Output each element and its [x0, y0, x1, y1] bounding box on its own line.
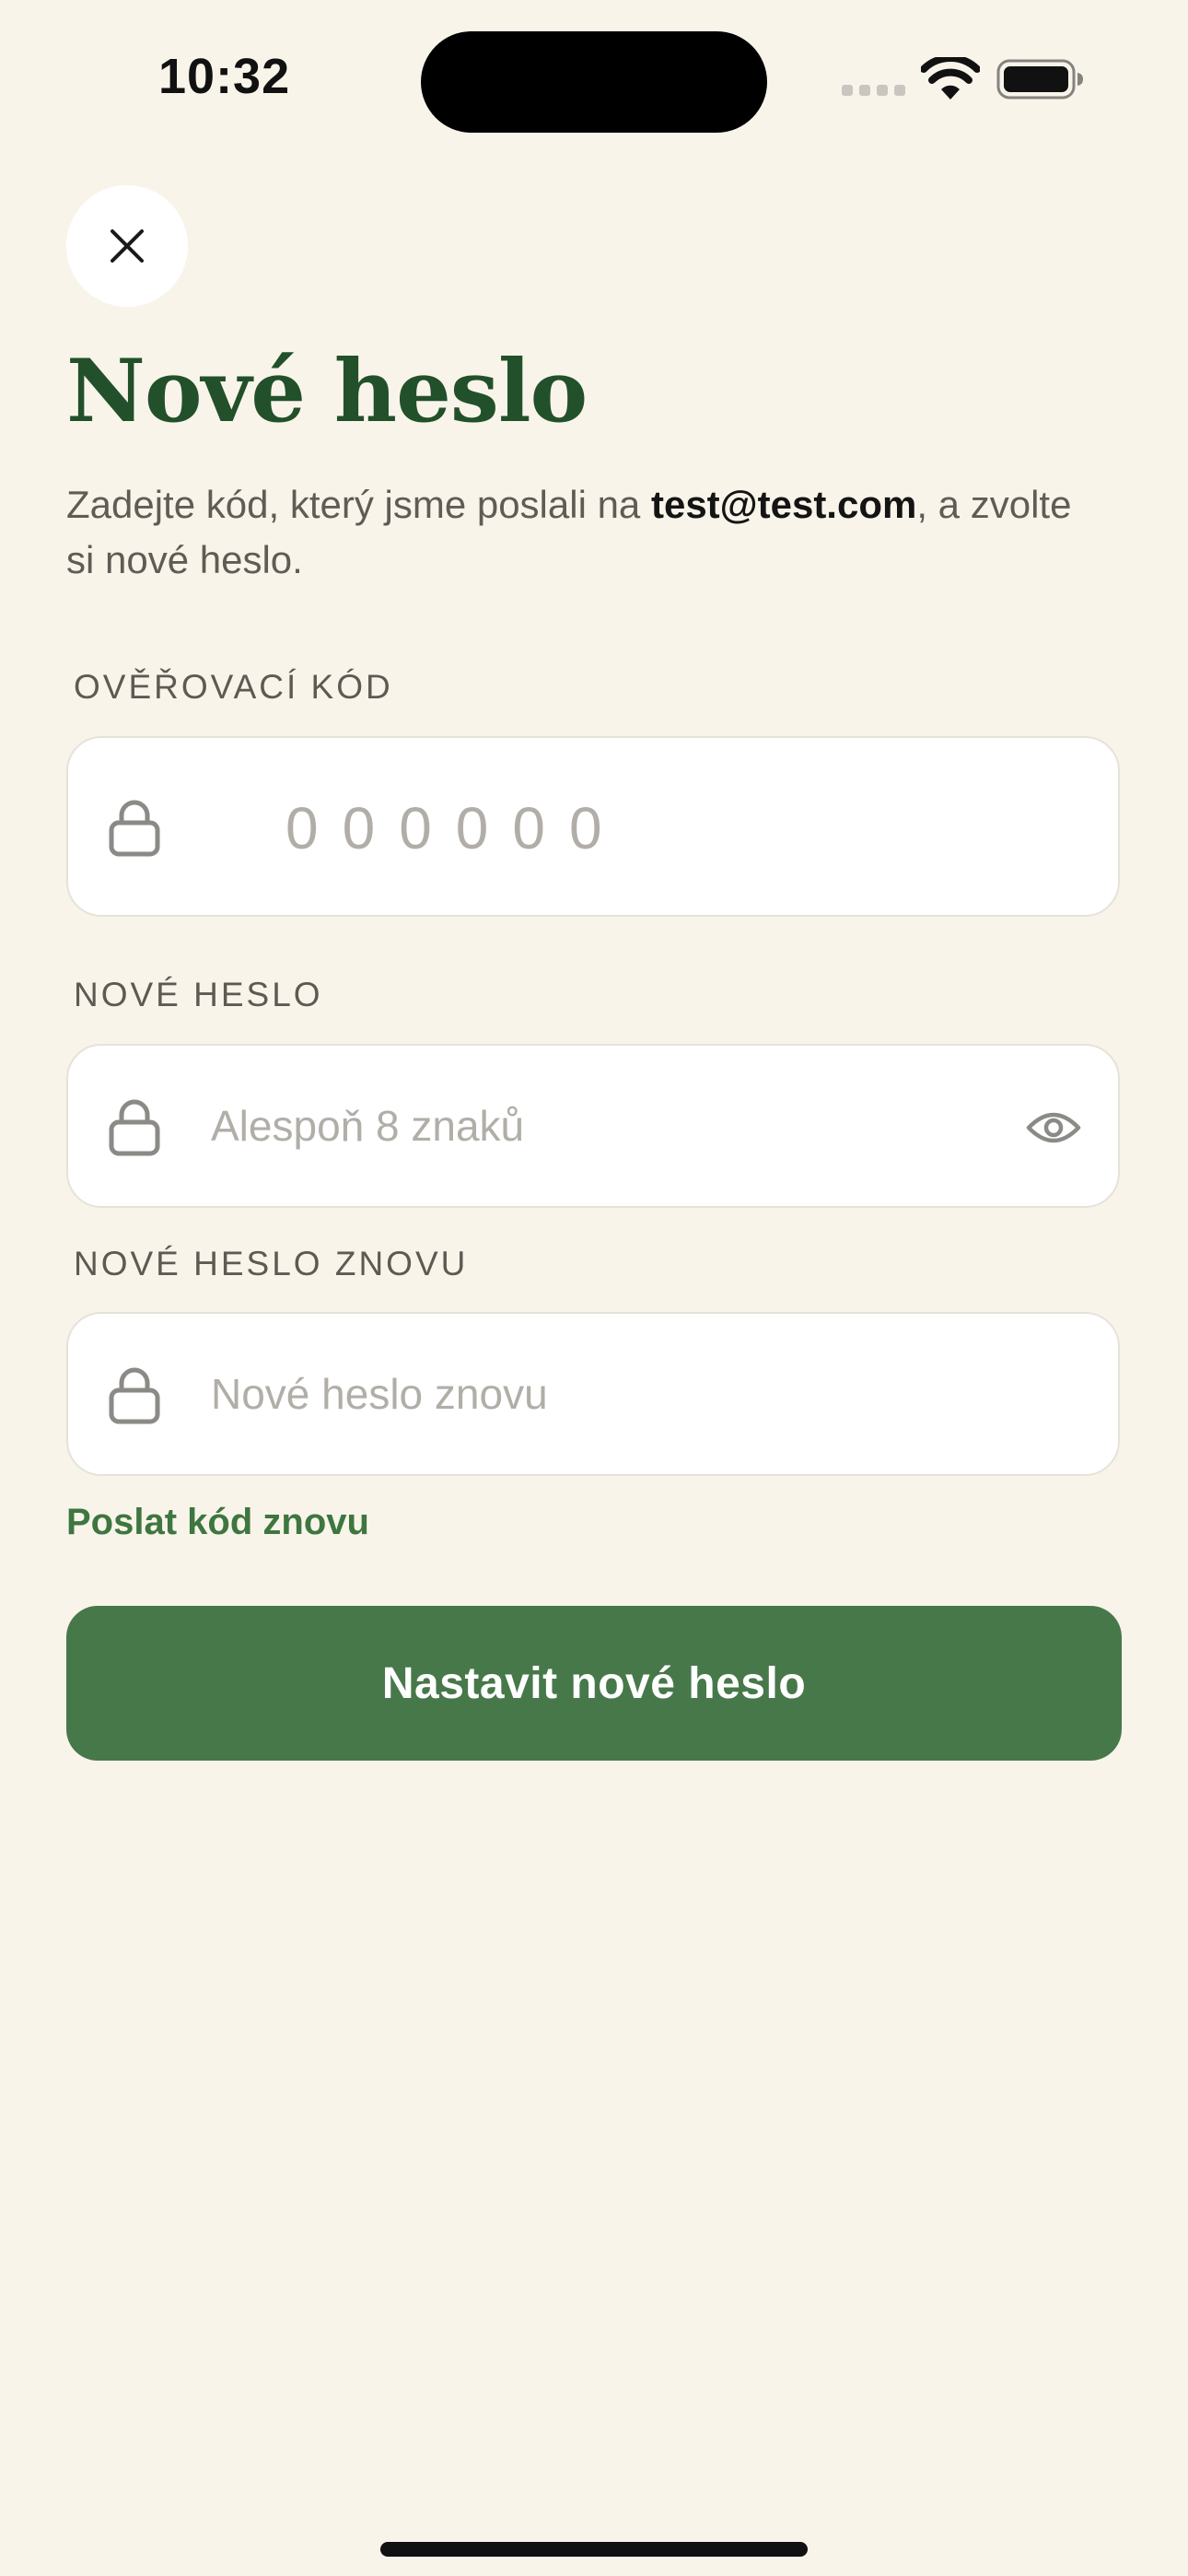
- home-indicator[interactable]: [380, 2542, 808, 2557]
- code-input[interactable]: [285, 791, 1007, 865]
- code-label: OVĚŘOVACÍ KÓD: [74, 668, 393, 706]
- confirm-password-label: NOVÉ HESLO ZNOVU: [74, 1245, 469, 1282]
- page-title: Nové heslo: [66, 341, 588, 442]
- wifi-icon: [921, 57, 980, 100]
- resend-code-link[interactable]: Poslat kód znovu: [66, 1502, 369, 1543]
- new-password-input[interactable]: [211, 1096, 1007, 1155]
- close-icon: [111, 229, 144, 263]
- lock-icon: [109, 800, 160, 857]
- new-password-field[interactable]: [66, 1044, 1120, 1208]
- confirm-password-input[interactable]: [211, 1364, 1007, 1423]
- status-time: 10:32: [158, 49, 291, 104]
- set-new-password-button[interactable]: Nastavit nové heslo: [66, 1606, 1122, 1761]
- new-password-label: NOVÉ HESLO: [74, 976, 323, 1013]
- lock-icon: [109, 1367, 160, 1424]
- confirm-password-field[interactable]: [66, 1312, 1120, 1476]
- subtitle-text-before: Zadejte kód, který jsme poslali na: [66, 483, 651, 526]
- close-button[interactable]: [66, 185, 188, 307]
- page-subtitle: Zadejte kód, který jsme poslali na test@…: [66, 477, 1098, 588]
- lock-icon: [109, 1099, 160, 1156]
- subtitle-email: test@test.com: [650, 483, 917, 526]
- signal-icon: [842, 85, 905, 96]
- battery-icon: [996, 59, 1083, 100]
- dynamic-island: [421, 31, 767, 133]
- code-field[interactable]: [66, 736, 1120, 917]
- eye-icon[interactable]: [1026, 1107, 1081, 1148]
- status-bar: 10:32: [0, 0, 1188, 166]
